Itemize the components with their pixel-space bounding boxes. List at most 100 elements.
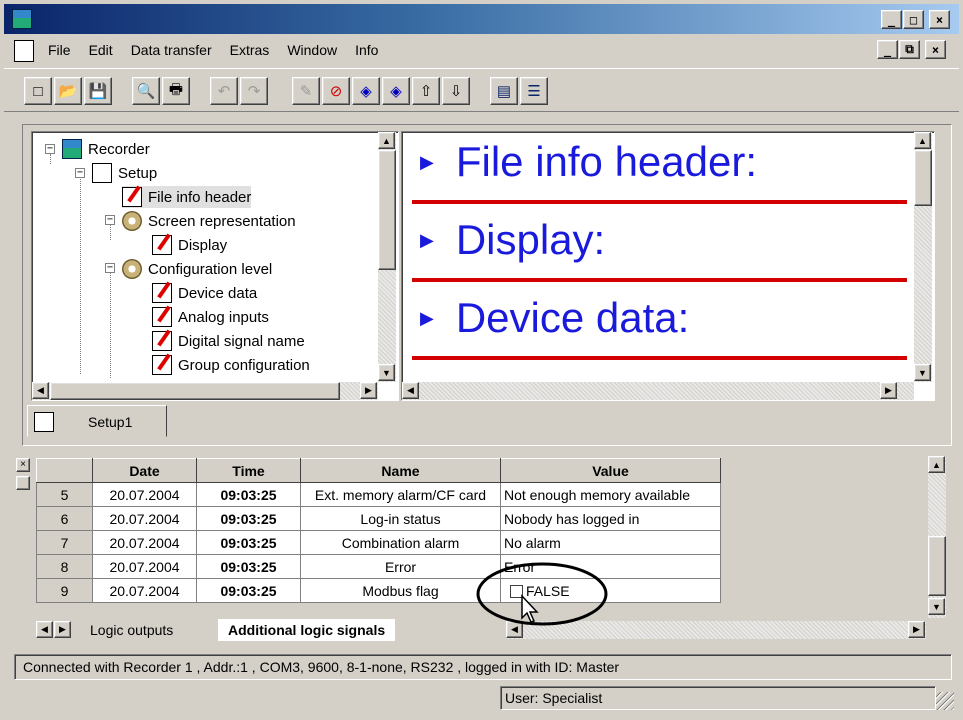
gear-icon [122,211,142,231]
value-cell: No alarm [500,530,721,555]
user-status-text: User: Specialist [505,690,603,706]
table-row[interactable]: 6 20.07.2004 09:03:25 Log-in status Nobo… [36,506,721,531]
time-cell: 09:03:25 [196,554,301,579]
panel-grip[interactable] [16,476,30,490]
close-panel-icon[interactable]: × [16,458,30,472]
tree-item-recorder[interactable]: Recorder [62,138,150,160]
column-header-name[interactable]: Name [300,458,501,483]
scroll-down-arrow-icon[interactable]: ▼ [914,364,931,381]
tab-scroll-right-icon[interactable]: ▶ [54,621,71,638]
scroll-left-arrow-icon[interactable]: ◀ [402,382,419,399]
tree-item-display[interactable]: Display [152,234,227,256]
scroll-thumb[interactable] [50,382,340,400]
minimize-button[interactable]: _ [881,10,902,29]
tab-label: Additional logic signals [228,622,386,638]
mdi-minimize-button[interactable]: _ [877,40,898,59]
scroll-up-arrow-icon[interactable]: ▲ [378,132,395,149]
nav-left-button[interactable]: ◈ [352,77,380,105]
value-cell: Nobody has logged in [500,506,721,531]
menu-window[interactable]: Window [287,42,337,58]
collapse-recorder-toggle[interactable]: − [45,144,55,154]
cascade-windows-button[interactable]: ▤ [490,77,518,105]
new-button[interactable]: □ [24,77,52,105]
tree-item-screen-representation[interactable]: Screen representation [122,210,296,232]
triangle-bullet-icon: ▶ [420,307,434,328]
tab-scroll-left-icon[interactable]: ◀ [36,621,53,638]
collapse-screen-representation-toggle[interactable]: − [105,215,115,225]
mdi-restore-button[interactable]: ⧉ [899,40,920,59]
download-button[interactable]: ⇩ [442,77,470,105]
scroll-right-arrow-icon[interactable]: ▶ [908,621,925,638]
tree-vertical-scrollbar[interactable]: ▲ ▼ [378,132,396,382]
tree-item-label: Display [178,236,228,254]
grid-vertical-scrollbar[interactable]: ▲ ▼ [928,456,946,618]
tree-item-label: Screen representation [148,212,296,230]
column-header-value[interactable]: Value [500,458,721,483]
app-icon [12,9,32,29]
scroll-down-arrow-icon[interactable]: ▼ [928,598,945,615]
scroll-right-arrow-icon[interactable]: ▶ [360,382,377,399]
undo-button[interactable]: ↶ [210,77,238,105]
preview-horizontal-scrollbar[interactable]: ◀ ▶ [402,382,914,400]
mdi-close-button[interactable]: × [925,40,946,59]
menu-extras[interactable]: Extras [230,42,270,58]
preview-heading-file-info-header: ▶ File info header: [420,138,757,186]
tree-item-label: File info header [148,188,252,206]
tree-item-file-info-header[interactable]: File info header [122,186,252,208]
print-preview-button[interactable]: 🔍 [132,77,160,105]
resize-grip-icon[interactable] [936,692,954,710]
scroll-thumb[interactable] [378,150,396,270]
column-header-time[interactable]: Time [196,458,301,483]
redo-button[interactable]: ↷ [240,77,268,105]
menu-info[interactable]: Info [355,42,378,58]
tree-item-analog-inputs[interactable]: Analog inputs [152,306,269,328]
tab-logic-outputs[interactable]: Logic outputs [80,619,183,641]
status-bar-connection: Connected with Recorder 1 , Addr.:1 , CO… [14,654,952,680]
upload-button[interactable]: ⇧ [412,77,440,105]
status-bar-user: User: Specialist [500,686,936,710]
maximize-button[interactable]: □ [903,10,924,29]
document-icon [152,283,172,303]
gear-icon [122,259,142,279]
collapse-setup-toggle[interactable]: − [75,168,85,178]
column-header-date[interactable]: Date [92,458,197,483]
close-button[interactable]: × [929,10,950,29]
name-cell: Log-in status [300,506,501,531]
collapse-configuration-level-toggle[interactable]: − [105,263,115,273]
open-button[interactable]: 📂 [54,77,82,105]
red-divider [412,356,907,360]
scroll-down-arrow-icon[interactable]: ▼ [378,364,395,381]
print-button[interactable]: 🖶 [162,77,190,105]
scroll-right-arrow-icon[interactable]: ▶ [880,382,897,399]
red-divider [412,200,907,204]
tree-item-setup[interactable]: Setup [92,162,157,184]
menu-edit[interactable]: Edit [89,42,113,58]
row-number: 5 [36,482,93,507]
menu-data-transfer[interactable]: Data transfer [131,42,212,58]
tree-item-group-configuration[interactable]: Group configuration [152,354,310,376]
edit-button[interactable]: ✎ [292,77,320,105]
tree-horizontal-scrollbar[interactable]: ◀ ▶ [32,382,378,400]
tree-item-configuration-level[interactable]: Configuration level [122,258,272,280]
tab-setup1[interactable]: Setup1 [27,405,167,437]
menu-file[interactable]: File [48,42,71,58]
document-menu-icon[interactable] [14,40,34,62]
table-row[interactable]: 7 20.07.2004 09:03:25 Combination alarm … [36,530,721,555]
table-row[interactable]: 5 20.07.2004 09:03:25 Ext. memory alarm/… [36,482,721,507]
tab-additional-logic-signals[interactable]: Additional logic signals [218,619,396,641]
preview-vertical-scrollbar[interactable]: ▲ ▼ [914,132,932,382]
scroll-up-arrow-icon[interactable]: ▲ [928,456,945,473]
scroll-left-arrow-icon[interactable]: ◀ [32,382,49,399]
stop-button[interactable]: ⊘ [322,77,350,105]
preview-heading-display: ▶ Display: [420,216,605,264]
save-button[interactable]: 💾 [84,77,112,105]
scroll-thumb[interactable] [928,536,946,596]
row-number: 9 [36,578,93,603]
tree-item-device-data[interactable]: Device data [152,282,257,304]
scroll-up-arrow-icon[interactable]: ▲ [914,132,931,149]
nav-right-button[interactable]: ◈ [382,77,410,105]
tile-windows-button[interactable]: ☰ [520,77,548,105]
tree-item-digital-signal-name[interactable]: Digital signal name [152,330,305,352]
time-cell: 09:03:25 [196,530,301,555]
scroll-thumb[interactable] [914,150,932,206]
